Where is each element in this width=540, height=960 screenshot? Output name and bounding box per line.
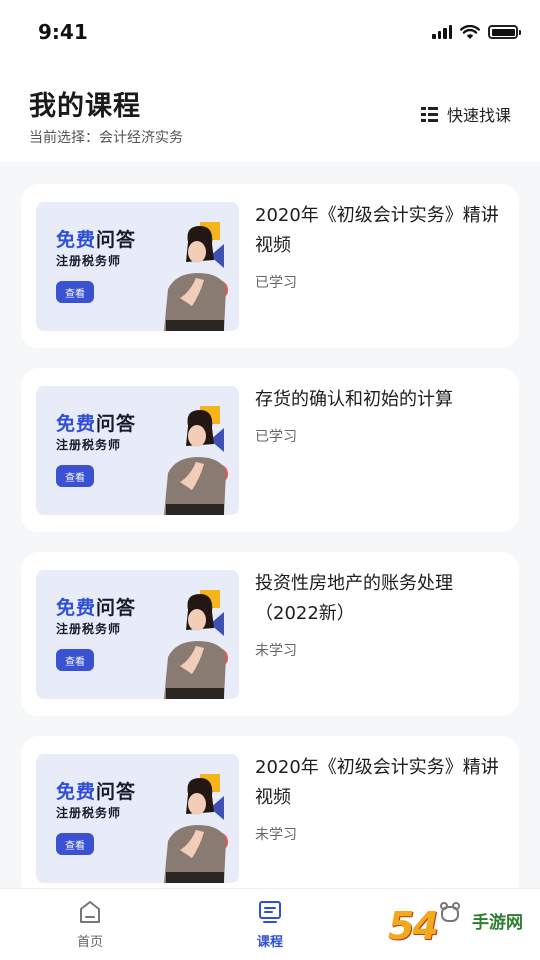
course-card[interactable]: 免费问答 注册税务师 查看 存货的确认和初始的计算 已学习 bbox=[21, 368, 519, 532]
course-thumbnail: 免费问答 注册税务师 查看 bbox=[36, 202, 239, 331]
thumbnail-free-qa: 免费问答 bbox=[56, 229, 137, 251]
course-status: 未学习 bbox=[255, 827, 297, 843]
status-time: 9:41 bbox=[38, 20, 88, 44]
course-thumbnail: 免费问答 注册税务师 查看 bbox=[36, 754, 239, 883]
course-thumbnail: 免费问答 注册税务师 查看 bbox=[36, 386, 239, 515]
course-icon bbox=[259, 901, 281, 923]
tab-home-label: 首页 bbox=[76, 935, 103, 950]
tab-home[interactable]: 首页 bbox=[50, 899, 130, 951]
course-card[interactable]: 免费问答 注册税务师 查看 2020年《初级会计实务》精讲视频 已学习 bbox=[21, 184, 519, 348]
thumbnail-view-button: 查看 bbox=[56, 465, 94, 487]
tab-course[interactable]: 课程 bbox=[230, 899, 310, 951]
course-title: 2020年《初级会计实务》精讲视频 bbox=[255, 757, 499, 808]
thumbnail-subtitle: 注册税务师 bbox=[56, 806, 122, 820]
tab-course-label: 课程 bbox=[256, 935, 283, 950]
course-card[interactable]: 免费问答 注册税务师 查看 投资性房地产的账务处理（2022新） 未学习 bbox=[21, 552, 519, 716]
course-title: 投资性房地产的账务处理（2022新） bbox=[255, 573, 453, 624]
course-thumbnail: 免费问答 注册税务师 查看 bbox=[36, 570, 239, 699]
thumbnail-free-qa: 免费问答 bbox=[56, 597, 137, 619]
instructor-photo bbox=[164, 222, 228, 331]
instructor-photo bbox=[164, 590, 228, 699]
course-title: 2020年《初级会计实务》精讲视频 bbox=[255, 205, 499, 256]
thumbnail-subtitle: 注册税务师 bbox=[56, 438, 122, 452]
course-status: 已学习 bbox=[255, 429, 297, 445]
watermark-digits: 54 bbox=[388, 904, 439, 948]
cellular-signal-icon bbox=[432, 25, 452, 39]
thumbnail-free-qa: 免费问答 bbox=[56, 413, 137, 435]
course-status: 已学习 bbox=[255, 275, 297, 291]
wifi-icon bbox=[460, 24, 480, 39]
thumbnail-subtitle: 注册税务师 bbox=[56, 622, 122, 636]
status-bar: 9:41 bbox=[0, 0, 540, 62]
instructor-photo bbox=[164, 774, 228, 883]
quick-find-label: 快速找课 bbox=[446, 106, 511, 125]
page-title: 我的课程 bbox=[29, 91, 141, 122]
battery-icon bbox=[488, 25, 521, 39]
course-card[interactable]: 免费问答 注册税务师 查看 2020年《初级会计实务》精讲视频 未学习 bbox=[21, 736, 519, 900]
instructor-photo bbox=[164, 406, 228, 515]
thumbnail-view-button: 查看 bbox=[56, 833, 94, 855]
status-icons bbox=[432, 22, 521, 42]
course-status: 未学习 bbox=[255, 643, 297, 659]
thumbnail-view-button: 查看 bbox=[56, 281, 94, 303]
site-watermark-logo: 54 手游网 bbox=[384, 900, 540, 960]
course-title: 存货的确认和初始的计算 bbox=[255, 389, 453, 410]
thumbnail-subtitle: 注册税务师 bbox=[56, 254, 122, 268]
thumbnail-view-button: 查看 bbox=[56, 649, 94, 671]
quick-find-button[interactable]: 快速找课 bbox=[420, 102, 511, 126]
list-grid-icon bbox=[420, 106, 438, 122]
current-selection: 当前选择：会计经济实务 bbox=[29, 130, 183, 146]
thumbnail-free-qa: 免费问答 bbox=[56, 781, 137, 803]
home-icon bbox=[80, 901, 100, 923]
watermark-text: 手游网 bbox=[472, 913, 523, 933]
